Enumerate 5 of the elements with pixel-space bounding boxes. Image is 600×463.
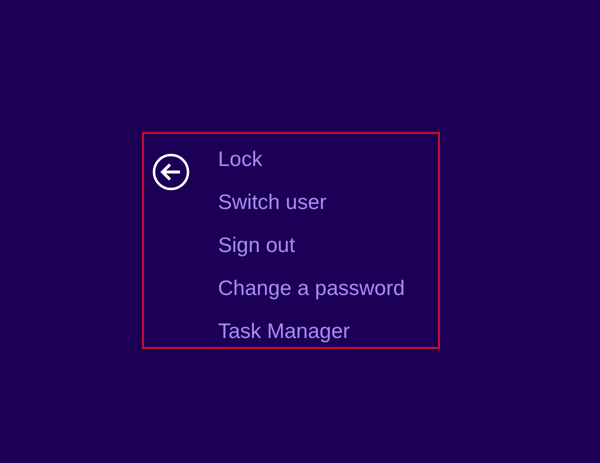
menu-link[interactable]: Change a password [218, 267, 405, 310]
menu-link[interactable]: Sign out [218, 224, 296, 267]
menu-link[interactable]: Task Manager [218, 310, 350, 353]
menu-link[interactable]: Lock [218, 138, 262, 181]
menu-link[interactable]: Switch user [218, 181, 327, 224]
